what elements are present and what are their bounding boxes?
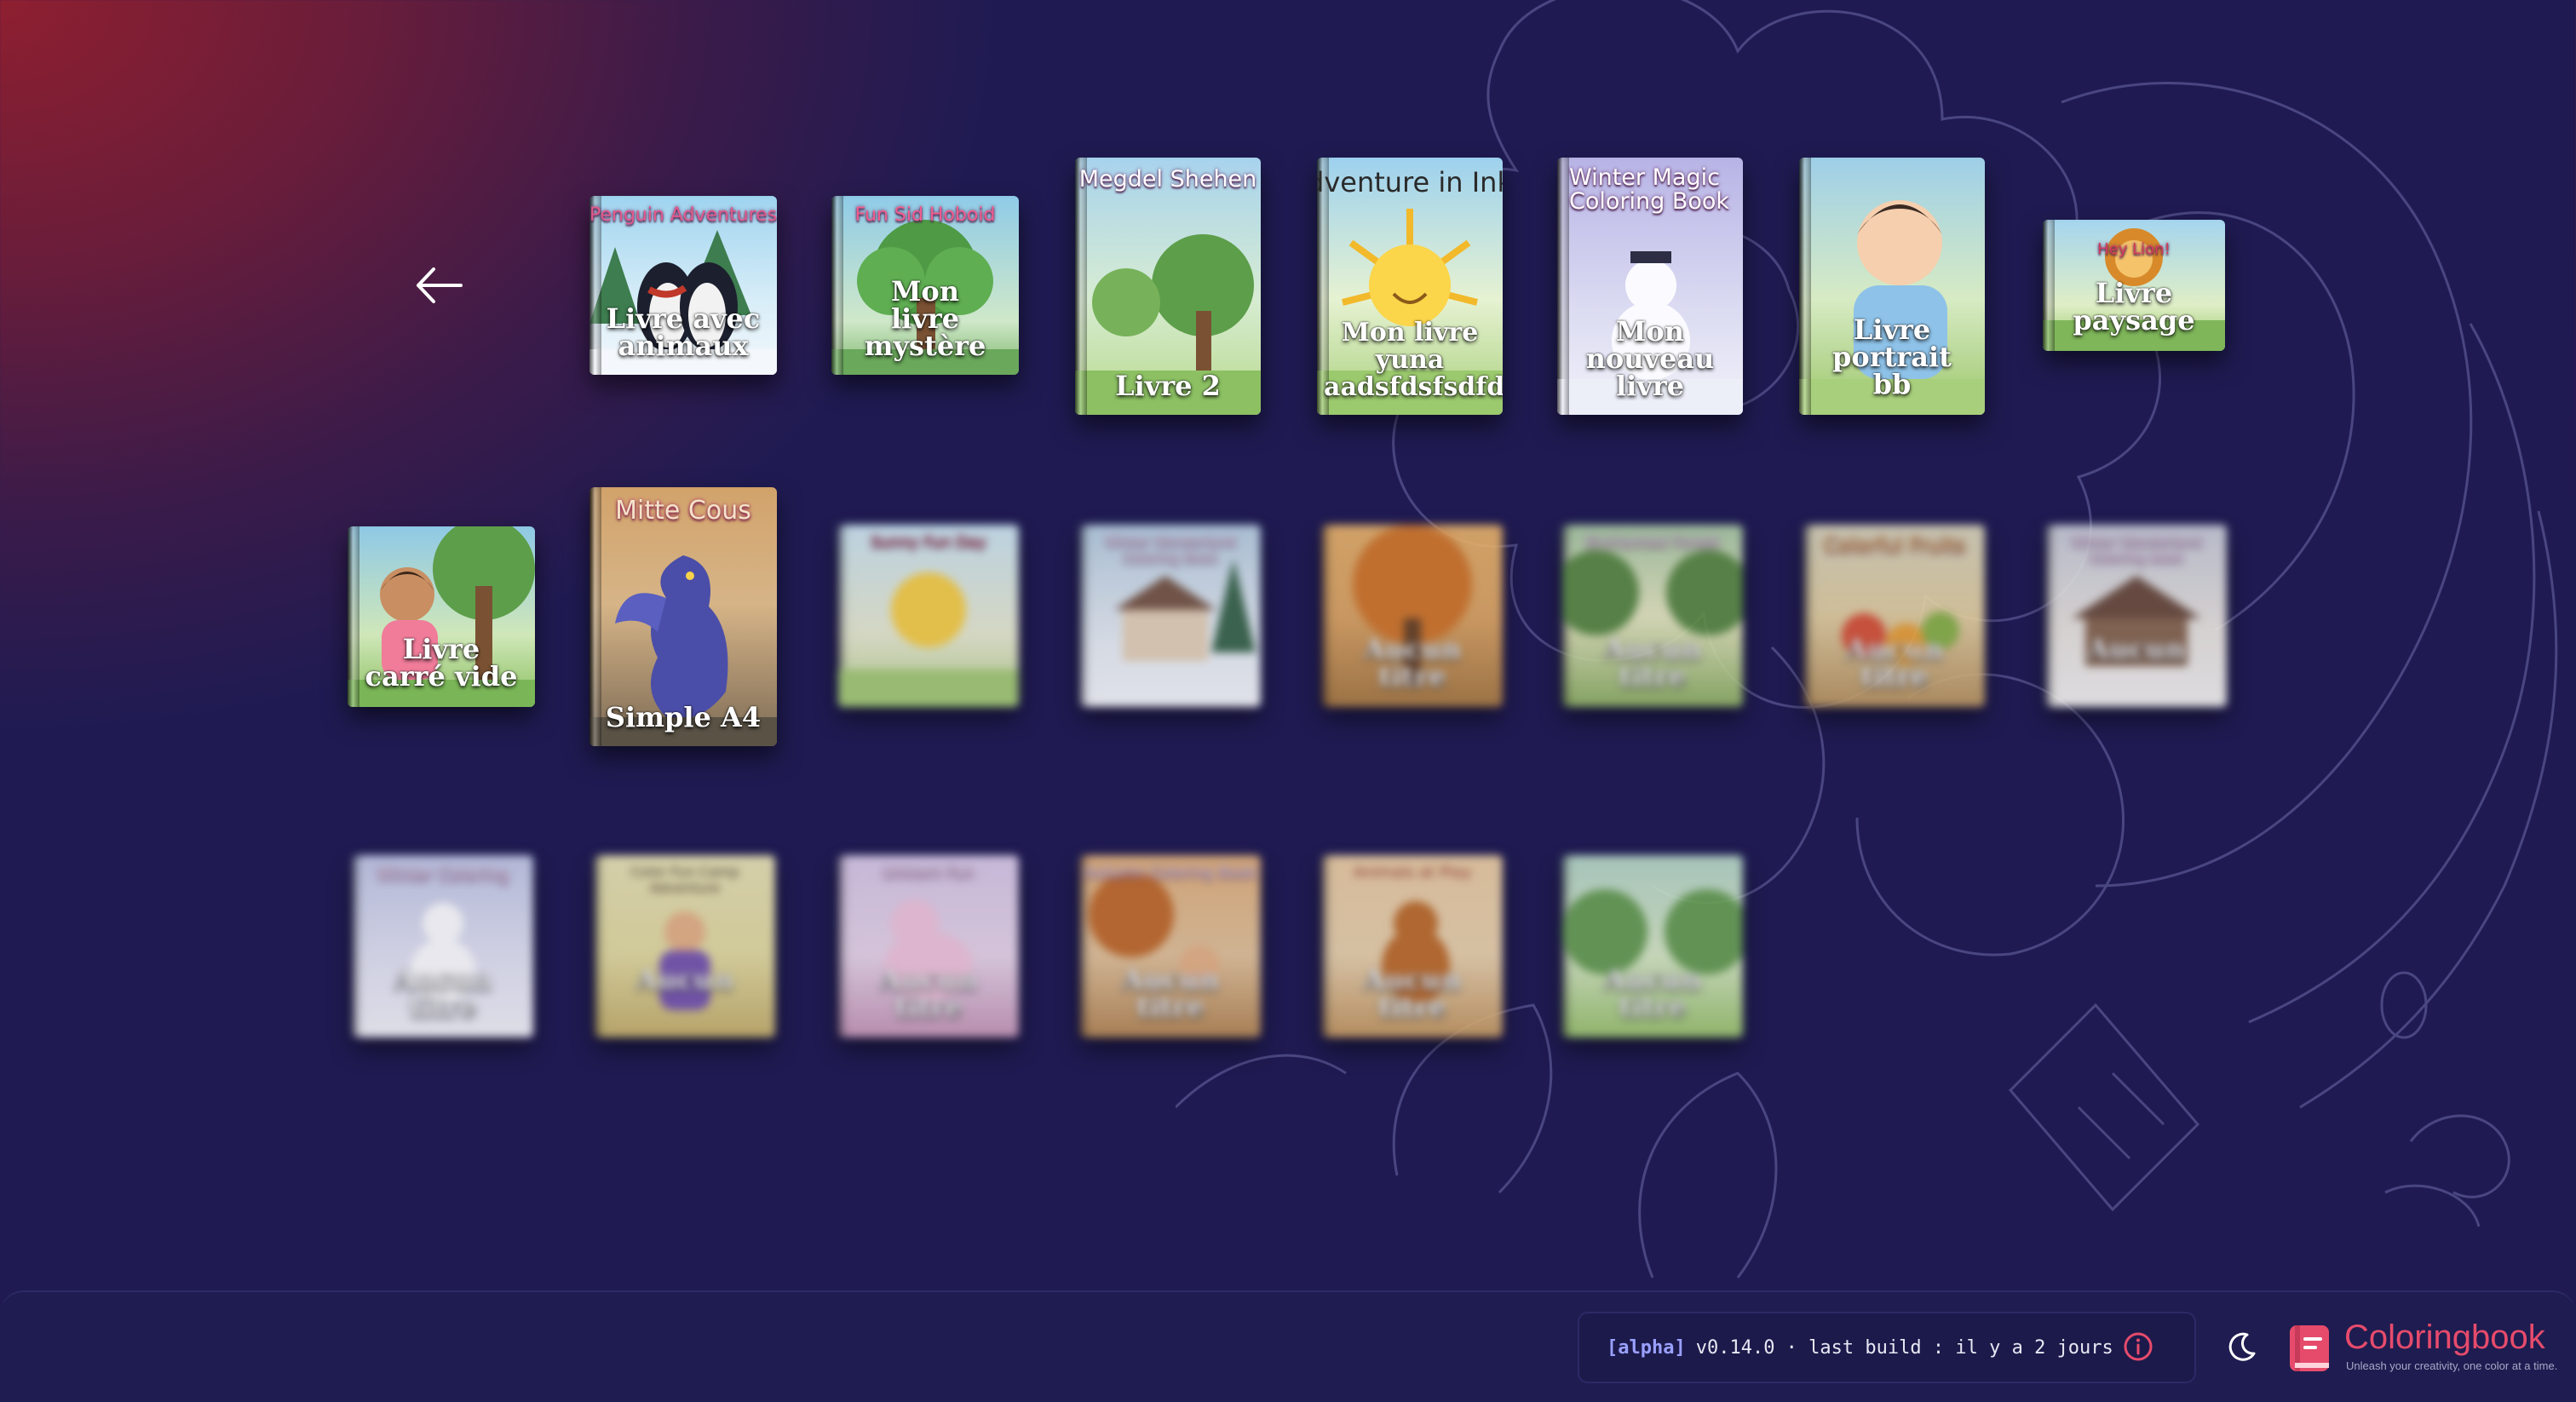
info-icon[interactable]	[2121, 1330, 2155, 1364]
moon-icon[interactable]	[2225, 1330, 2259, 1364]
cover-title: Megdel Shehen	[1078, 166, 1257, 192]
cover-title: Sunny Fun Day	[871, 533, 986, 551]
book-title: Livre portrait bb	[1832, 313, 1952, 400]
book-logo-icon	[2290, 1325, 2329, 1371]
book-title: Aucun titre	[879, 963, 978, 1023]
book-title: Aucun titre	[1363, 963, 1462, 1023]
sun-illustration	[838, 572, 1019, 707]
book-card[interactable]: Livre portrait bb	[1799, 158, 1985, 415]
book-title: Livre carré vide	[365, 633, 518, 692]
book-title: Aucun titre	[1845, 633, 1944, 692]
book-card[interactable]: Mitte Cous Simple A4	[589, 487, 777, 746]
book-title: Aucun titre	[1603, 963, 1702, 1023]
cover-title: Enchanted Forest	[1585, 533, 1720, 551]
cover-title: Mitte Cous	[615, 496, 751, 526]
book-title: Aucun titre	[1363, 633, 1462, 692]
book-card[interactable]: Color Fun Camp Adventure Aucun	[595, 855, 775, 1037]
brand-logo[interactable]: Coloringbook Unleash your creativity, on…	[2288, 1319, 2557, 1378]
brand-tagline: Unleash your creativity, one color at a …	[2346, 1359, 2558, 1372]
book-title: Aucun titre	[1603, 633, 1702, 692]
brand-name: Coloringbook	[2344, 1319, 2545, 1356]
book-card[interactable]: Penguin Adventures Livre avec animaux	[589, 196, 777, 375]
book-card[interactable]: Aucun titre	[1322, 525, 1503, 707]
book-title: Aucun titre	[394, 963, 492, 1023]
book-card[interactable]: Megdel Shehen Livre 2	[1075, 158, 1261, 415]
version-text: v0.14.0 · last build : il y a 2 jours	[1695, 1336, 2113, 1359]
book-card[interactable]: Fun Sid Hoboid Mon livre mystère	[831, 196, 1019, 375]
book-card[interactable]: Livre carré vide	[348, 526, 535, 707]
cover-title: Hey Lion!	[2097, 240, 2171, 258]
book-card[interactable]: Winter Wonderland Coloring book Aucun	[2046, 525, 2227, 707]
cover-title: Colorful Fruits	[1823, 533, 1966, 557]
book-card[interactable]: Hey Lion! Livre paysage	[2043, 220, 2225, 351]
book-title: Aucun titre	[1121, 963, 1220, 1023]
arrow-left-icon	[417, 267, 463, 303]
book-title: Livre avec animaux	[606, 302, 761, 362]
cover-title: dventure in Ink	[1317, 166, 1503, 198]
book-title: Mon nouveau livre	[1585, 315, 1715, 402]
cover-title: Winter Magic Coloring Book	[1569, 164, 1730, 215]
book-title: Aucun	[2087, 633, 2186, 665]
cover-title: Autumn Coloring Book	[1084, 864, 1257, 882]
book-card[interactable]: Colorful Fruits Aucun titre	[1804, 525, 1985, 707]
book-card[interactable]: Animals at Play Aucun titre	[1322, 855, 1503, 1037]
book-title: Livre paysage	[2073, 277, 2195, 336]
cover-title: Animals at Play	[1353, 864, 1472, 882]
book-title: Simple A4	[605, 701, 762, 733]
book-card[interactable]: Aucun titre	[1562, 855, 1743, 1037]
cover-title: Winter Wonderland Coloring book	[2071, 533, 2202, 566]
cover-title: Penguin Adventures	[589, 204, 777, 226]
book-title: Mon livre mystère	[864, 275, 986, 362]
book-card[interactable]: Sunny Fun Day	[838, 525, 1019, 707]
book-card[interactable]: Autumn Coloring Book Aucun titre	[1080, 855, 1261, 1037]
book-title: Livre 2	[1115, 370, 1221, 402]
cover-title: Winter Wonderland Coloring Book	[1105, 533, 1236, 566]
cover-title: Color Fun Camp Adventure	[630, 864, 739, 896]
book-title: Mon livre yuna aadsfdsfsdfds	[1324, 318, 1503, 402]
cover-title: Fun Sid Hoboid	[854, 204, 996, 226]
cover-title: Winter Coloring	[377, 864, 509, 884]
book-card[interactable]: Unicorn Fun Aucun titre	[838, 855, 1019, 1037]
book-card[interactable]: Enchanted Forest Aucun titre	[1562, 525, 1743, 707]
book-card[interactable]: Winter Wonderland Coloring Book	[1080, 525, 1261, 707]
book-card[interactable]: Winter Magic Coloring Book Mon nouveau l…	[1557, 158, 1743, 415]
book-card[interactable]: dventure in Ink Mon livre yuna aadsfdsfs…	[1317, 158, 1503, 415]
back-button[interactable]	[409, 256, 469, 315]
cover-title: Unicorn Fun	[883, 864, 975, 882]
book-card[interactable]: Winter Coloring Aucun titre	[353, 855, 533, 1037]
version-info: [alpha] v0.14.0 · last build : il y a 2 …	[1578, 1312, 2196, 1383]
alpha-badge: [alpha]	[1607, 1336, 1686, 1359]
book-title: Aucun	[635, 963, 734, 996]
